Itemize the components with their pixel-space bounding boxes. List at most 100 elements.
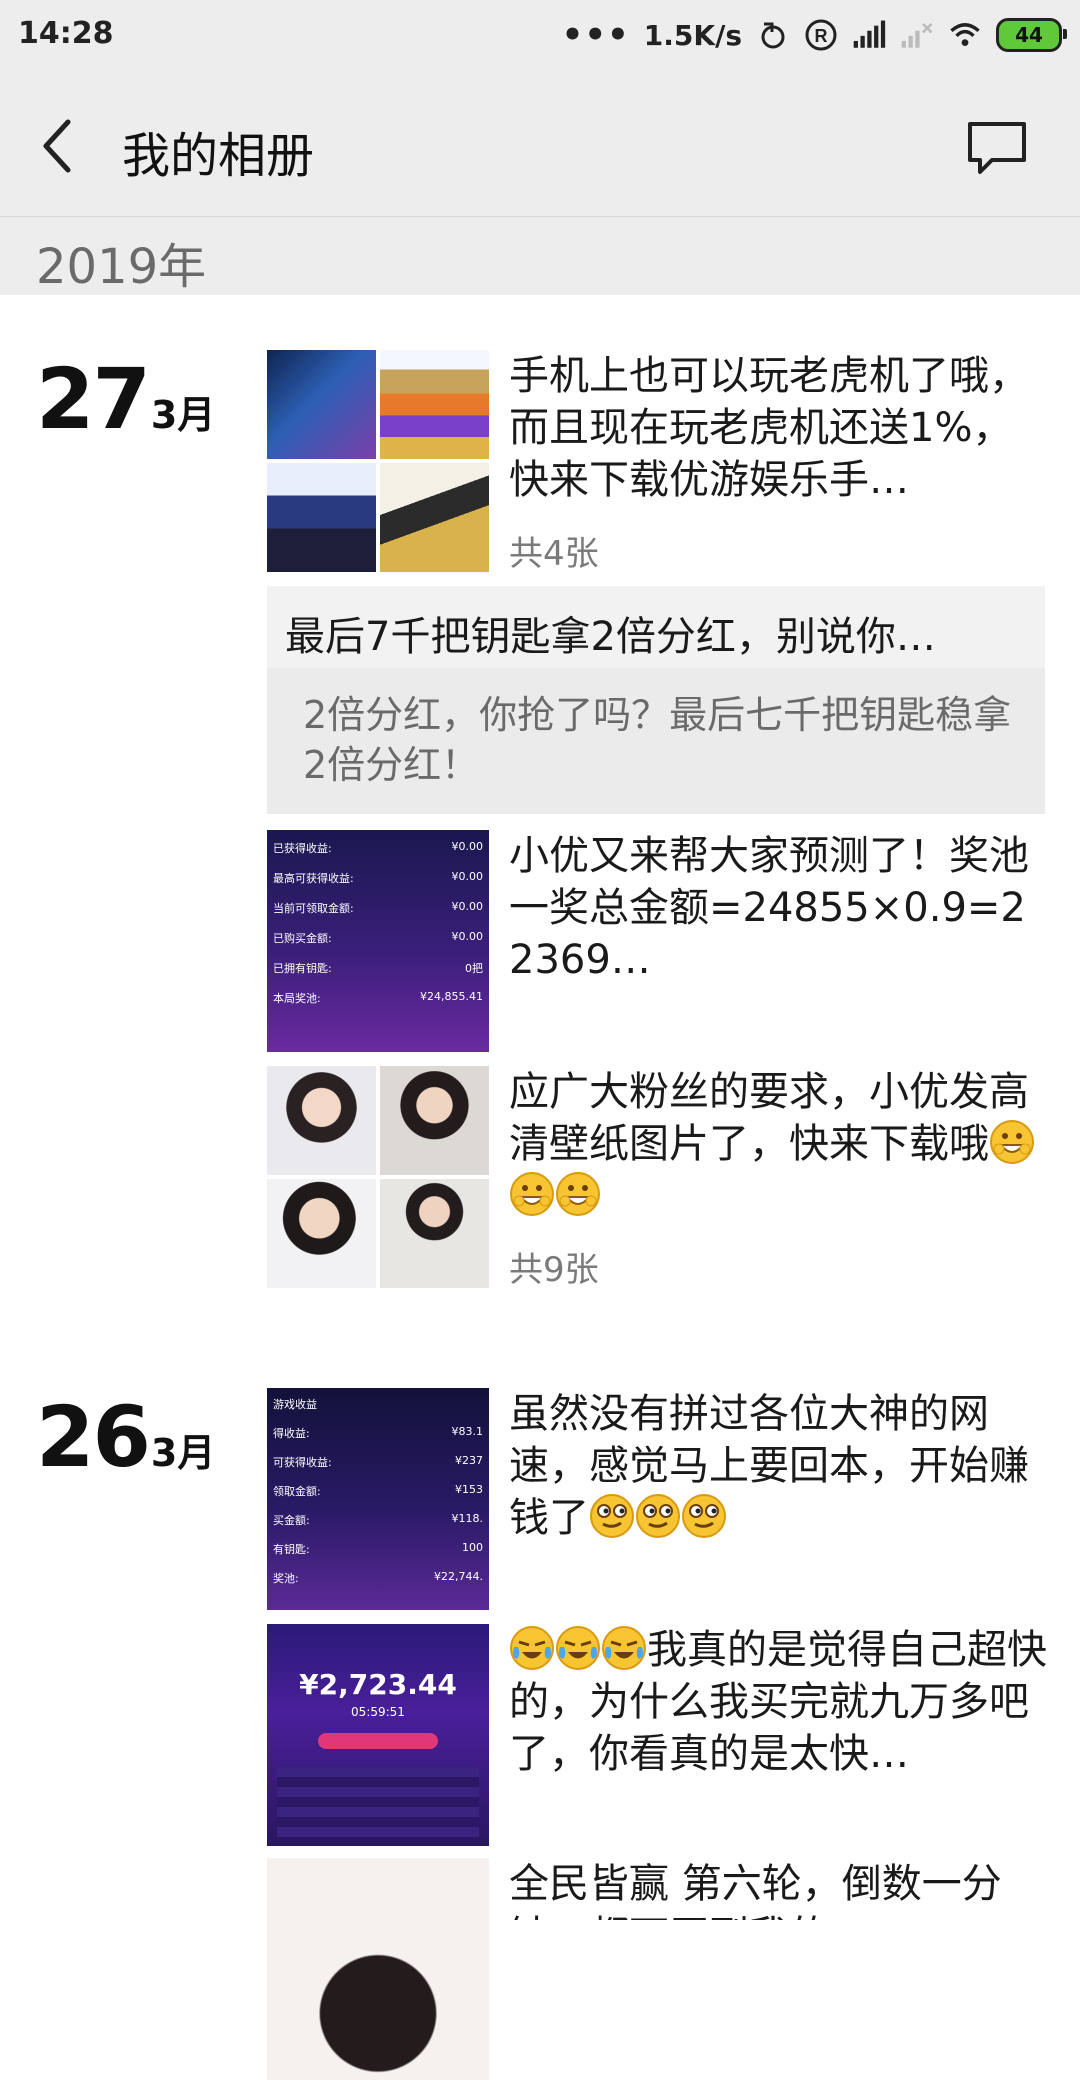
buy-button-graphic: [318, 1733, 438, 1749]
thumb-image: [380, 1179, 489, 1288]
stat-row: 已获得收益: ¥0.00: [273, 840, 483, 856]
stat-value: ¥118.: [451, 1512, 484, 1525]
post-thumbnail[interactable]: 游戏收益 得收益: ¥83.1 可获得收益: ¥237 领取金额: ¥153 买…: [267, 1388, 489, 1610]
tears-of-joy-icon: [602, 1626, 646, 1670]
stat-row: 当前可领取金额: ¥0.00: [273, 900, 483, 916]
tears-of-joy-icon: [510, 1626, 554, 1670]
registered-icon: R: [805, 19, 837, 51]
chevron-left-icon[interactable]: [38, 118, 78, 174]
sync-icon: [761, 22, 785, 49]
stat-row: 得收益: ¥83.1: [273, 1425, 483, 1441]
stat-row: 有钥匙: 100: [273, 1541, 483, 1557]
stat-row: 奖池: ¥22,744.: [273, 1570, 483, 1586]
tears-of-joy-icon: [556, 1626, 600, 1670]
countdown-timer: 05:59:51: [351, 1705, 405, 1719]
shared-link-card[interactable]: 最后7千把钥匙拿2倍分红，别说你… 2倍分红，你抢了吗？最后七千把钥匙稳拿2倍分…: [267, 586, 1045, 814]
page-title: 我的相册: [122, 128, 315, 184]
date-label: 273月: [36, 350, 215, 448]
stat-label: 领取金额:: [273, 1485, 321, 1498]
image-count: 共9张: [509, 1250, 599, 1290]
grin-icon: [510, 1172, 554, 1216]
status-icons: ••• 1.5K/s R 44: [561, 14, 1067, 56]
status-bar: 14:28 ••• 1.5K/s R 44: [0, 0, 1080, 72]
date-label: 263月: [36, 1388, 215, 1486]
table-graphic: [277, 1767, 479, 1837]
thumb-image: [380, 463, 489, 572]
stat-label: 有钥匙:: [273, 1543, 310, 1556]
month-label: 3月: [150, 1431, 216, 1475]
post-thumbnail[interactable]: [267, 1858, 489, 2080]
wifi-icon: [950, 23, 980, 47]
post-thumbnail[interactable]: [267, 350, 489, 572]
post-text-content: 应广大粉丝的要求，小优发高清壁纸图片了，快来下载哦: [509, 1069, 1029, 1167]
thumb-image: [267, 350, 376, 459]
stat-label: 当前可领取金额:: [273, 902, 354, 915]
post-thumbnail[interactable]: [267, 1066, 489, 1288]
stat-label: 可获得收益:: [273, 1456, 332, 1469]
post-text: 手机上也可以玩老虎机了哦，而且现在玩老虎机还送1%，快来下载优游娱乐手…: [509, 353, 1029, 503]
stat-value: 100: [462, 1541, 483, 1554]
thumb-image: [267, 463, 376, 572]
post-thumbnail[interactable]: 已获得收益: ¥0.00 最高可获得收益: ¥0.00 当前可领取金额: ¥0.…: [267, 830, 489, 1052]
link-title: 最后7千把钥匙拿2倍分红，别说你…: [285, 614, 936, 660]
stat-label: 买金额:: [273, 1514, 310, 1527]
stat-row: 本局奖池: ¥24,855.41: [273, 990, 483, 1006]
thumb-image: [380, 350, 489, 459]
svg-text:R: R: [815, 26, 828, 46]
stat-label: 已获得收益:: [273, 842, 332, 855]
post-text: 小优又来帮大家预测了！奖池一奖总金额=24855×0.9=22369…: [509, 833, 1029, 983]
stat-label: 游戏收益: [273, 1398, 317, 1411]
year-label: 2019年: [36, 239, 207, 295]
stat-row: 领取金额: ¥153: [273, 1483, 483, 1499]
month-label: 3月: [150, 393, 216, 437]
stat-row: 游戏收益: [273, 1396, 483, 1412]
stat-value: ¥153: [455, 1483, 483, 1496]
stat-label: 最高可获得收益:: [273, 872, 354, 885]
thumb-image: [267, 1066, 376, 1175]
day-number: 27: [36, 350, 151, 448]
post-text: 全民皆赢 第六轮，倒数一分钟，都下买到我的: [509, 1861, 1002, 1920]
stat-value: ¥22,744.: [434, 1570, 483, 1583]
grimace-icon: [636, 1494, 680, 1538]
stat-value: ¥0.00: [451, 870, 484, 883]
grimace-icon: [590, 1494, 634, 1538]
post-thumbnail[interactable]: ¥2,723.44 05:59:51: [267, 1624, 489, 1846]
year-header: 2019年: [0, 217, 1080, 295]
stat-row: 已拥有钥匙: 0把: [273, 960, 483, 976]
stat-label: 得收益:: [273, 1427, 310, 1440]
battery-icon: 44: [996, 18, 1067, 52]
stat-value: ¥83.1: [451, 1425, 484, 1438]
grin-icon: [990, 1120, 1034, 1164]
signal-off-icon: [901, 23, 933, 48]
stat-row: 可获得收益: ¥237: [273, 1454, 483, 1470]
network-speed: 1.5K/s: [643, 18, 742, 52]
post-text: 虽然没有拼过各位大神的网速，感觉马上要回本，开始赚钱了: [509, 1388, 1049, 1544]
stat-value: ¥0.00: [451, 840, 484, 853]
status-time: 14:28: [18, 16, 114, 51]
stat-row: 最高可获得收益: ¥0.00: [273, 870, 483, 886]
comment-icon[interactable]: [966, 120, 1028, 176]
stat-value: ¥24,855.41: [420, 990, 483, 1003]
stat-label: 奖池:: [273, 1572, 299, 1585]
signal-icon: [853, 20, 886, 48]
jackpot-amount: ¥2,723.44: [299, 1668, 457, 1701]
top-bar: 我的相册: [0, 72, 1080, 217]
day-number: 26: [36, 1388, 151, 1486]
stat-value: 0把: [465, 962, 483, 975]
grimace-icon: [682, 1494, 726, 1538]
link-description: 2倍分红，你抢了吗？最后七千把钥匙稳拿2倍分红！: [267, 668, 1045, 814]
thumb-image: [380, 1066, 489, 1175]
stat-label: 已拥有钥匙:: [273, 962, 332, 975]
image-count: 共4张: [509, 534, 599, 574]
post-text-content: 虽然没有拼过各位大神的网速，感觉马上要回本，开始赚钱了: [509, 1391, 1029, 1541]
thumb-image: [267, 1179, 376, 1288]
stat-row: 已购买金额: ¥0.00: [273, 930, 483, 946]
stat-label: 本局奖池:: [273, 992, 321, 1005]
more-dots: •••: [561, 15, 630, 55]
grin-icon: [556, 1172, 600, 1216]
stat-value: ¥0.00: [451, 930, 484, 943]
post-text: 应广大粉丝的要求，小优发高清壁纸图片了，快来下载哦: [509, 1066, 1049, 1222]
stat-row: 买金额: ¥118.: [273, 1512, 483, 1528]
post-text: 我真的是觉得自己超快的，为什么我买完就九万多吧了，你看真的是太快…: [509, 1624, 1049, 1780]
stat-value: ¥237: [455, 1454, 483, 1467]
